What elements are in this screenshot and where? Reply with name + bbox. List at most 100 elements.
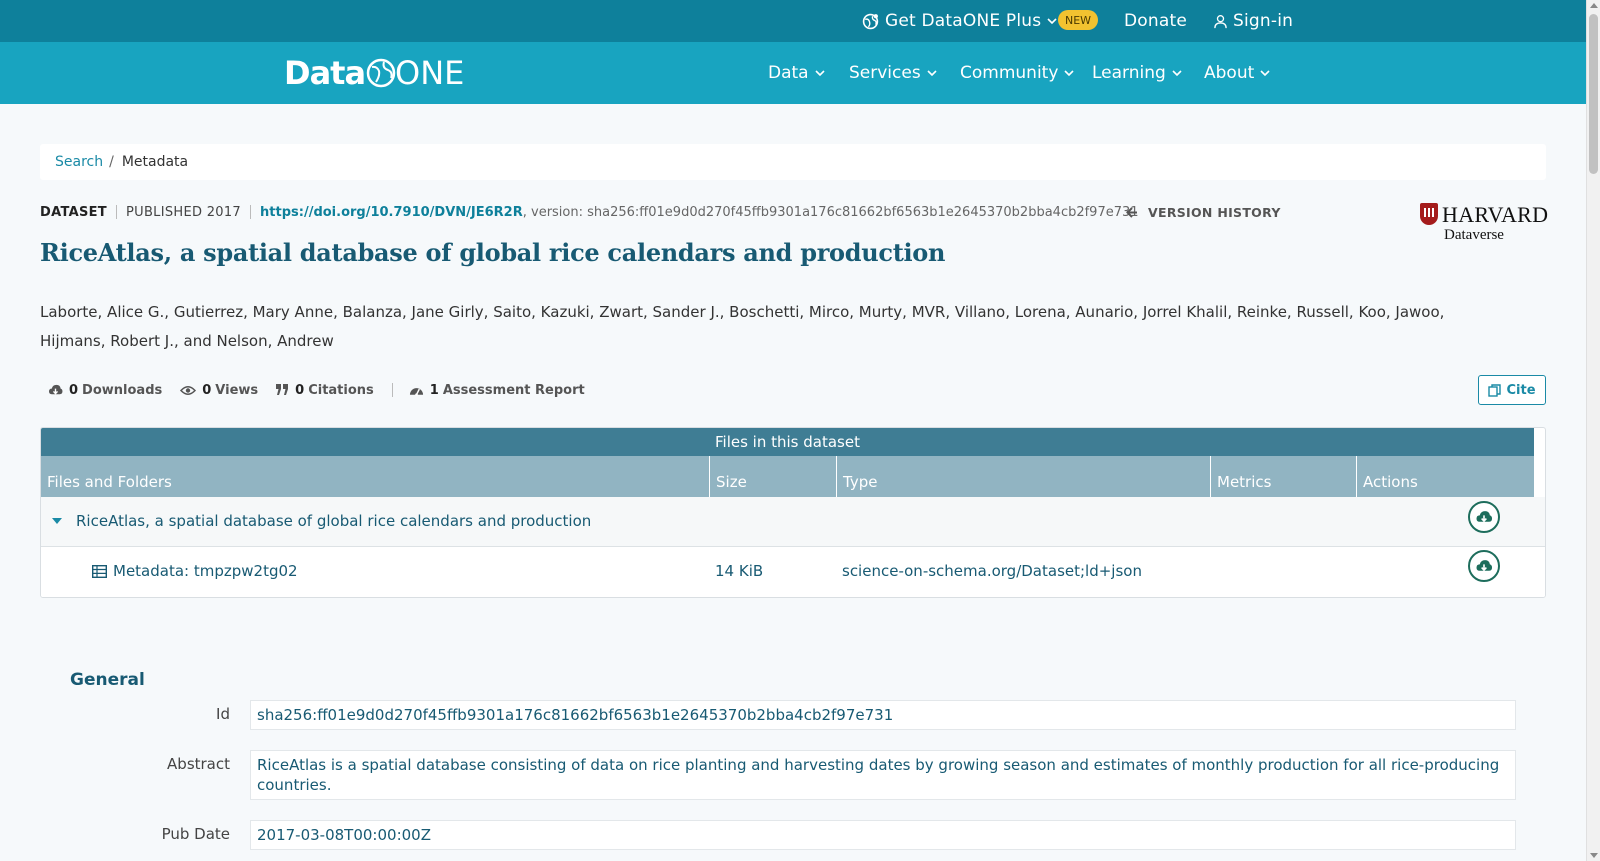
get-dataone-plus-label: Get DataONE Plus — [885, 11, 1042, 31]
column-header-type[interactable]: Type — [837, 456, 1211, 497]
version-history-link[interactable]: VERSION HISTORY — [1126, 204, 1281, 220]
general-section-title: General — [70, 670, 145, 690]
globe-logo-icon — [366, 58, 396, 88]
dataset-authors: Laborte, Alice G., Gutierrez, Mary Anne,… — [40, 303, 1445, 350]
nav-data-label: Data — [768, 63, 809, 83]
chevron-down-icon — [1047, 18, 1057, 25]
citations-metric[interactable]: 0 Citations — [276, 383, 374, 398]
pub-date-value: 2017-03-08T00:00:00Z — [250, 820, 1516, 850]
version-id: , version: sha256:ff01e9d0d270f45ffb9301… — [522, 204, 1139, 220]
nav-services[interactable]: Services — [849, 42, 937, 104]
cite-label: Cite — [1506, 382, 1536, 398]
dashboard-icon — [409, 387, 423, 396]
nav-learning[interactable]: Learning — [1092, 42, 1182, 104]
file-type: science-on-schema.org/Dataset;ld+json — [842, 562, 1142, 580]
cite-button[interactable]: Cite — [1478, 375, 1546, 405]
version-history-label: VERSION HISTORY — [1148, 204, 1281, 220]
caret-down-icon[interactable] — [52, 518, 62, 524]
chevron-down-icon — [815, 70, 825, 77]
views-metric[interactable]: 0 Views — [180, 383, 258, 398]
repository-name: HARVARD — [1442, 202, 1549, 227]
id-value: sha256:ff01e9d0d270f45ffb9301a176c81662b… — [250, 700, 1516, 730]
harvard-dataverse-logo: HARVARD Dataverse — [1420, 202, 1549, 247]
harvard-shield-icon — [1420, 203, 1438, 225]
chevron-down-icon — [1260, 70, 1270, 77]
dataset-title: RiceAtlas, a spatial database of global … — [40, 238, 946, 267]
files-table: Files in this dataset Files and Folders … — [40, 427, 1546, 598]
nav-data[interactable]: Data — [768, 42, 825, 104]
sign-in-link[interactable]: Sign-in — [1213, 0, 1293, 42]
donate-link[interactable]: Donate — [1124, 0, 1187, 42]
nav-services-label: Services — [849, 63, 921, 83]
chevron-down-icon — [927, 70, 937, 77]
abstract-value: RiceAtlas is a spatial database consisti… — [250, 750, 1516, 800]
assessment-label: Assessment Report — [442, 382, 585, 398]
scrollbar-thumb[interactable] — [1589, 14, 1598, 174]
published-label: PUBLISHED 2017 — [125, 204, 242, 220]
abstract-label: Abstract — [167, 755, 230, 773]
nav-community-label: Community — [960, 63, 1059, 83]
breadcrumb: Search / Metadata — [40, 144, 1546, 180]
cloud-download-icon — [1476, 510, 1493, 522]
download-package-button[interactable] — [1468, 501, 1500, 533]
package-name[interactable]: RiceAtlas, a spatial database of global … — [76, 512, 591, 530]
breadcrumb-current: Metadata — [121, 154, 189, 170]
files-table-header: Files and Folders Size Type Metrics Acti… — [41, 456, 1534, 497]
new-badge: NEW — [1058, 10, 1099, 30]
nav-community[interactable]: Community — [960, 42, 1074, 104]
repository-sub: Dataverse — [1444, 227, 1504, 243]
user-icon — [1214, 14, 1227, 28]
dataset-meta-line: DATASET PUBLISHED 2017 https://doi.org/1… — [40, 204, 1139, 220]
breadcrumb-separator: / — [109, 154, 114, 170]
dataset-type-label: DATASET — [40, 204, 107, 220]
doi-link[interactable]: https://doi.org/10.7910/DVN/JE6R2R — [260, 205, 523, 220]
nav-learning-label: Learning — [1092, 63, 1166, 83]
logo-text-one: ONE — [395, 54, 465, 92]
cloud-download-icon — [49, 384, 63, 395]
table-icon — [92, 564, 107, 578]
main-navbar: Data ONE Data Services Community Learnin… — [0, 42, 1586, 104]
citations-count: 0 — [295, 382, 305, 398]
breadcrumb-search-link[interactable]: Search — [55, 154, 103, 170]
pub-date-label: Pub Date — [161, 825, 230, 843]
views-count: 0 — [202, 382, 212, 398]
column-header-actions[interactable]: Actions — [1357, 456, 1534, 497]
nav-about[interactable]: About — [1204, 42, 1270, 104]
id-label: Id — [216, 705, 230, 723]
column-header-files[interactable]: Files and Folders — [41, 456, 710, 497]
column-header-metrics[interactable]: Metrics — [1211, 456, 1357, 497]
downloads-label: Downloads — [82, 382, 163, 398]
column-header-size[interactable]: Size — [710, 456, 837, 497]
get-dataone-plus-menu[interactable]: Get DataONE Plus — [862, 0, 1063, 42]
chevron-down-icon — [1172, 70, 1182, 77]
nav-about-label: About — [1204, 63, 1255, 83]
divider — [391, 383, 393, 397]
downloads-count: 0 — [69, 382, 79, 398]
logo-text-data: Data — [284, 54, 366, 92]
chevron-down-icon — [1064, 70, 1074, 77]
metrics-row: 0 Downloads 0 Views 0 Citations 1 Assess… — [48, 381, 603, 399]
citations-label: Citations — [308, 382, 374, 398]
eye-icon — [180, 385, 197, 395]
table-row[interactable]: Metadata: tmpzpw2tg02 14 KiB science-on-… — [41, 547, 1545, 597]
views-label: Views — [215, 382, 259, 398]
file-size: 14 KiB — [715, 562, 764, 580]
dataone-logo[interactable]: Data ONE — [284, 54, 464, 92]
assessment-count: 1 — [429, 382, 439, 398]
sign-in-label: Sign-in — [1233, 11, 1294, 31]
table-row[interactable]: RiceAtlas, a spatial database of global … — [41, 497, 1545, 547]
metadata-file-link[interactable]: Metadata: tmpzpw2tg02 — [92, 562, 298, 580]
download-file-button[interactable] — [1468, 550, 1500, 582]
globe-icon — [862, 13, 879, 29]
metadata-file-name: Metadata: tmpzpw2tg02 — [113, 562, 298, 580]
page-scrollbar[interactable] — [1586, 0, 1600, 861]
scroll-down-icon[interactable] — [1590, 853, 1598, 858]
arrow-left-icon — [1126, 206, 1137, 218]
divider — [250, 205, 252, 219]
cloud-download-icon — [1476, 559, 1493, 571]
downloads-metric[interactable]: 0 Downloads — [48, 383, 162, 398]
quote-icon — [276, 384, 289, 395]
copy-icon — [1488, 383, 1502, 397]
assessment-metric[interactable]: 1 Assessment Report — [409, 383, 585, 398]
scroll-up-icon[interactable] — [1590, 3, 1598, 8]
